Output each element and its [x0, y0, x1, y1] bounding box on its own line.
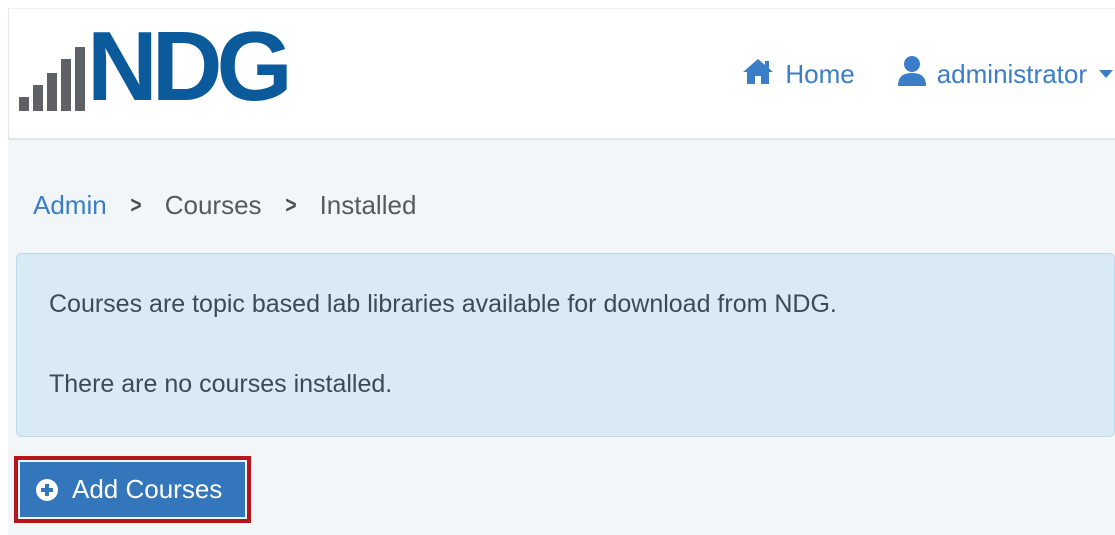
- plus-circle-icon: [36, 478, 58, 501]
- top-navbar: NDG Home administrator: [8, 8, 1115, 140]
- chevron-right-icon: >: [130, 191, 142, 219]
- add-courses-highlight: Add Courses: [14, 456, 251, 523]
- ndg-logo[interactable]: NDG: [19, 17, 319, 121]
- caret-down-icon: [1099, 70, 1113, 78]
- user-menu-label: administrator: [936, 58, 1087, 89]
- breadcrumb-installed: Installed: [319, 190, 417, 220]
- header-nav: Home administrator: [741, 9, 1115, 139]
- info-alert: Courses are topic based lab libraries av…: [16, 253, 1115, 437]
- home-icon: [741, 57, 775, 92]
- main-content: Admin > Courses > Installed Courses are …: [8, 140, 1115, 535]
- breadcrumb-admin[interactable]: Admin: [33, 190, 107, 221]
- add-courses-button[interactable]: Add Courses: [20, 462, 245, 517]
- chevron-right-icon: >: [284, 191, 297, 219]
- breadcrumb: Admin > Courses > Installed: [33, 190, 416, 221]
- alert-empty-message: There are no courses installed.: [49, 370, 393, 398]
- alert-description: Courses are topic based lab libraries av…: [49, 290, 837, 318]
- user-menu-toggle[interactable]: administrator: [897, 55, 1115, 94]
- user-icon: [897, 55, 927, 94]
- home-link[interactable]: Home: [741, 57, 855, 92]
- add-courses-label: Add Courses: [72, 474, 223, 504]
- logo-wordmark: NDG: [87, 11, 293, 121]
- page: NDG Home administrator Admin > Courses >…: [0, 0, 1115, 535]
- home-link-label: Home: [785, 58, 855, 89]
- breadcrumb-courses: Courses: [164, 190, 262, 220]
